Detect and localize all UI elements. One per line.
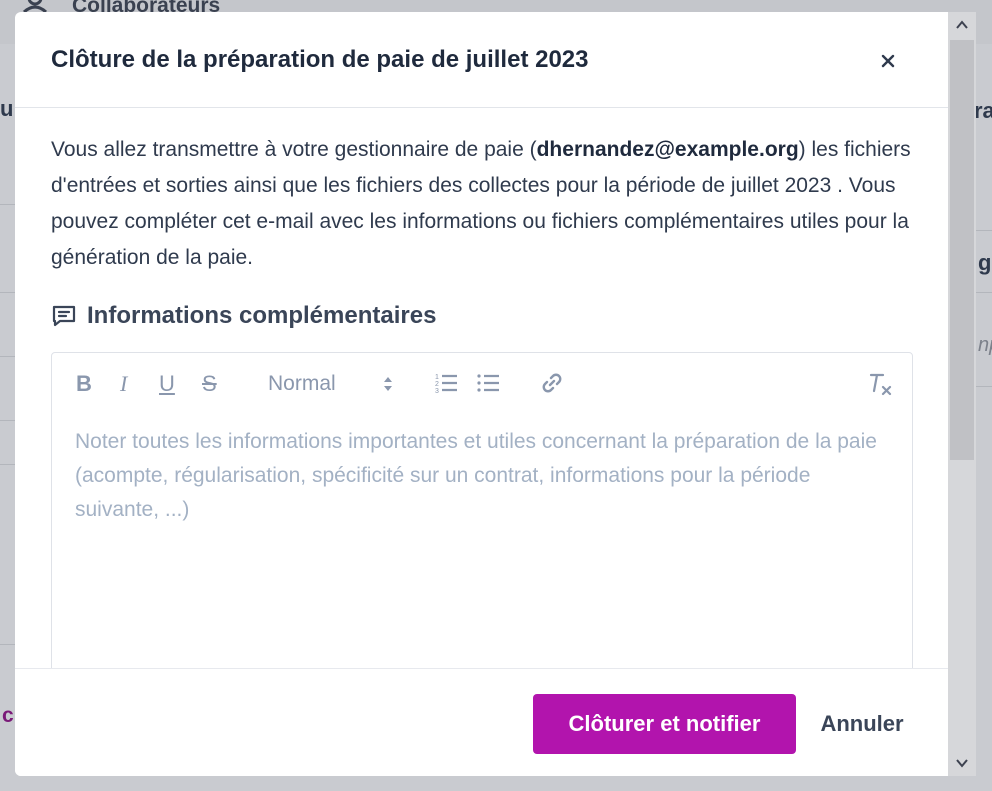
close-icon <box>881 54 895 68</box>
svg-text:2: 2 <box>435 381 439 388</box>
modal-header: Clôture de la préparation de paie de jui… <box>15 12 948 108</box>
divider <box>0 292 15 293</box>
svg-text:1: 1 <box>435 374 439 381</box>
close-payroll-modal: Clôture de la préparation de paie de jui… <box>15 12 948 776</box>
comment-icon <box>52 305 76 327</box>
divider <box>0 644 15 645</box>
modal-body: Vous allez transmettre à votre gestionna… <box>51 132 913 692</box>
link-icon[interactable] <box>540 371 564 395</box>
divider <box>0 464 15 465</box>
scroll-up-icon[interactable] <box>954 18 970 32</box>
modal-title: Clôture de la préparation de paie de jui… <box>51 46 589 73</box>
right-fragment-text: g <box>978 250 992 275</box>
rich-text-editor[interactable]: B I U S Normal 1 2 3 Noter toutes les in… <box>51 352 913 692</box>
underline-icon[interactable]: U <box>159 371 175 397</box>
editor-toolbar: B I U S Normal 1 2 3 <box>52 353 912 415</box>
bold-icon[interactable]: B <box>76 371 92 397</box>
section-title-label: Informations complémentaires <box>87 302 437 329</box>
ordered-list-icon[interactable]: 1 2 3 <box>434 371 458 395</box>
left-bottom-text: c <box>2 704 14 727</box>
background-left-fragment: u c <box>0 44 15 791</box>
editor-placeholder: Noter toutes les informations importante… <box>75 430 877 521</box>
scroll-thumb[interactable] <box>950 40 974 460</box>
close-and-notify-button[interactable]: Clôturer et notifier <box>533 694 796 754</box>
section-title: Informations complémentaires <box>51 302 913 330</box>
modal-footer: Clôturer et notifier Annuler <box>15 668 948 776</box>
strike-icon[interactable]: S <box>202 371 217 397</box>
cancel-button[interactable]: Annuler <box>807 694 917 754</box>
right-fragment-text: np <box>978 334 992 356</box>
left-fragment-text: u <box>0 96 14 121</box>
italic-icon[interactable]: I <box>120 371 127 397</box>
divider <box>0 420 15 421</box>
intro-before: Vous allez transmettre à votre gestionna… <box>51 138 537 161</box>
clear-format-icon[interactable] <box>868 371 894 397</box>
svg-text:3: 3 <box>435 388 439 395</box>
intro-text: Vous allez transmettre à votre gestionna… <box>51 132 913 276</box>
format-select[interactable]: Normal <box>268 372 396 398</box>
scroll-down-icon[interactable] <box>954 756 970 770</box>
format-select-value: Normal <box>268 372 336 395</box>
bullet-list-icon[interactable] <box>476 371 500 395</box>
divider <box>0 356 15 357</box>
close-button[interactable] <box>875 48 901 74</box>
right-fragment-text: ra <box>974 98 992 123</box>
manager-email: dhernandez@example.org <box>536 138 799 161</box>
select-arrows-icon <box>384 377 392 391</box>
modal-scrollbar[interactable] <box>948 12 976 776</box>
divider <box>0 204 15 205</box>
